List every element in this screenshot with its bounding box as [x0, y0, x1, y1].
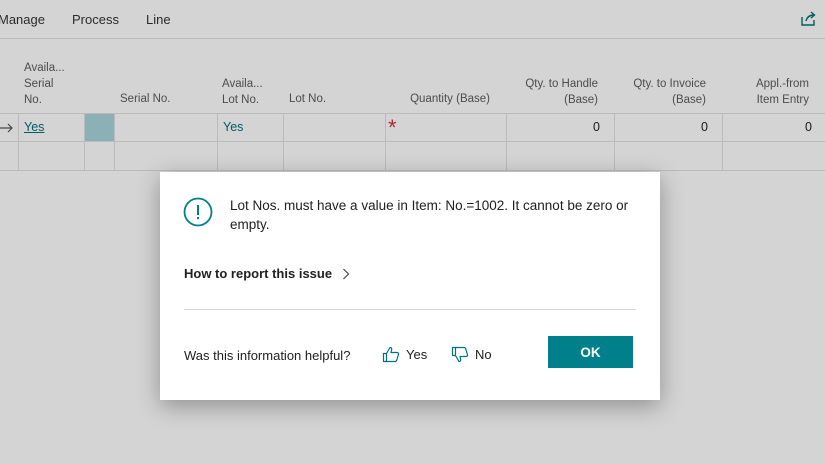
info-icon [183, 197, 213, 227]
feedback-no-label: No [475, 347, 492, 362]
report-issue-label: How to report this issue [184, 266, 333, 281]
divider [184, 309, 636, 310]
feedback-no-button[interactable]: No [451, 346, 492, 363]
thumbs-down-icon [451, 346, 469, 363]
feedback-yes-button[interactable]: Yes [382, 346, 427, 363]
error-dialog: Lot Nos. must have a value in Item: No.=… [160, 172, 660, 400]
ok-button[interactable]: OK [548, 336, 633, 368]
thumbs-up-icon [382, 346, 400, 363]
helpful-question: Was this information helpful? [184, 348, 351, 363]
report-issue-link[interactable]: How to report this issue [184, 266, 350, 281]
chevron-right-icon [343, 268, 350, 279]
feedback-yes-label: Yes [406, 347, 428, 362]
error-message: Lot Nos. must have a value in Item: No.=… [230, 198, 629, 232]
